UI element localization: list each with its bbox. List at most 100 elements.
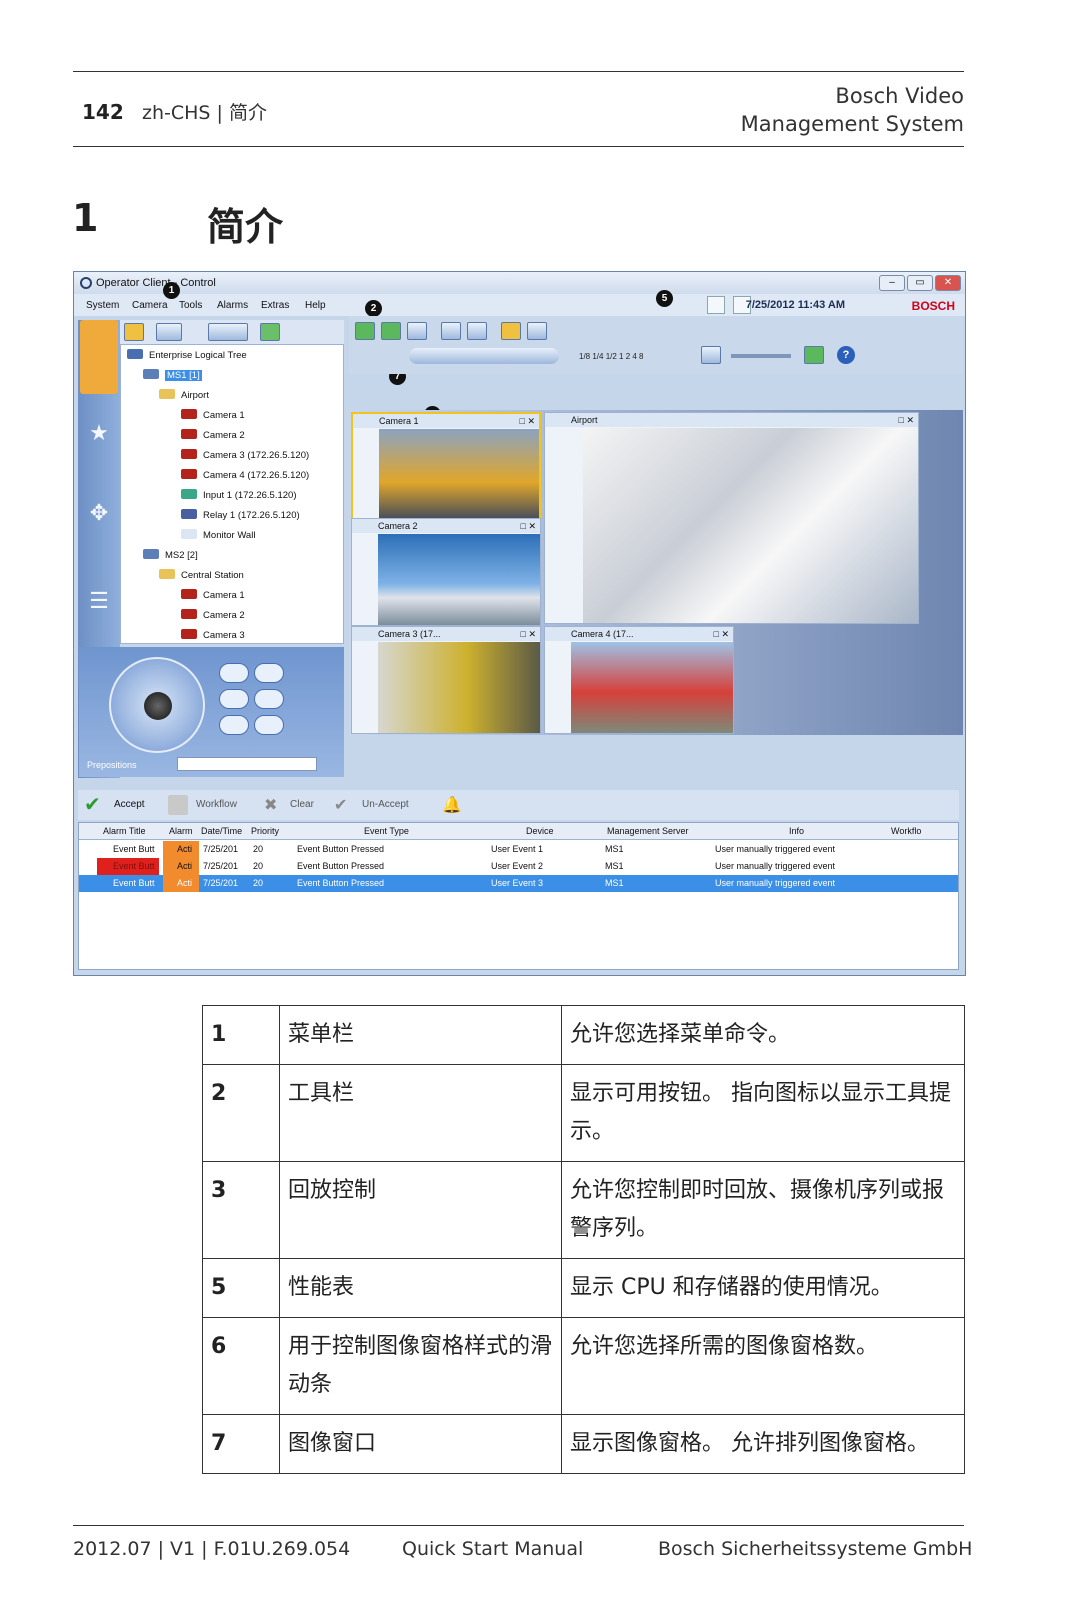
alarm-list-header: Alarm Title Alarm Date/Time Priority Eve… [79,823,958,840]
legend-row: 5 性能表 显示 CPU 和存储器的使用情况。 [202,1258,965,1318]
joystick-knob[interactable] [144,692,172,720]
alarm-device-cell: User Event 2 [491,861,544,871]
col-alarm[interactable]: Alarm [169,823,193,840]
monitor-icon[interactable] [701,346,721,364]
list-icon[interactable]: ☰ [86,588,112,614]
speaker-icon[interactable] [260,323,280,341]
iris-open-button[interactable] [219,715,249,735]
close-button[interactable]: ✕ [935,275,961,291]
toolbar-icon-2[interactable] [381,322,401,340]
workflow-button[interactable]: Workflow [196,799,237,810]
legend-row: 6 用于控制图像窗格样式的滑动条 允许您选择所需的图像窗格数。 [202,1317,965,1415]
toolbar-icon-3[interactable] [407,322,427,340]
legend-row: 7 图像窗口 显示图像窗格。 允许排列图像窗格。 [202,1414,965,1474]
tree-server-ms2[interactable]: MS2 [2] [143,549,198,561]
tree-camera[interactable]: Camera 1 [181,409,245,421]
menu-extras[interactable]: Extras [261,300,289,311]
product-name: Bosch Video Management System [741,82,964,138]
clear-icon[interactable]: ✖ [264,795,284,815]
menu-help[interactable]: Help [305,300,326,311]
restore-button[interactable]: ▭ [907,275,933,291]
menu-tools[interactable]: Tools [179,300,202,311]
prepositions-select[interactable] [177,757,317,771]
legend-name: 工具栏 [279,1064,562,1162]
zoom-in-button[interactable] [219,663,249,683]
toolbar-icon-1[interactable] [355,322,375,340]
chapter-title: 简介 [207,205,284,249]
ptz-joystick[interactable] [109,657,205,753]
tree-relay[interactable]: Relay 1 (172.26.5.120) [181,509,300,521]
col-priority[interactable]: Priority [251,823,279,840]
tree-camera[interactable]: Camera 3 (172.26.5.120) [181,449,309,461]
alarm-row-selected[interactable]: Event Butt Acti 7/25/201 20 Event Button… [79,875,958,892]
focus-near-button[interactable] [219,689,249,709]
tree-camera[interactable]: Camera 4 (172.26.5.120) [181,469,309,481]
col-management-server[interactable]: Management Server [607,823,689,840]
pane-count-slider[interactable] [731,354,791,358]
tree-folder[interactable]: Airport [159,389,209,401]
tree-camera[interactable]: Camera 2 [181,609,245,621]
col-datetime[interactable]: Date/Time [201,823,242,840]
image-pane-camera-4[interactable]: Camera 4 (17... □ ✕ [544,626,734,734]
help-icon[interactable]: ? [837,346,855,364]
zoom-out-button[interactable] [254,663,284,683]
col-alarm-title[interactable]: Alarm Title [103,823,146,840]
col-workflow[interactable]: Workflo [891,823,921,840]
app-icon [80,277,92,289]
unaccept-icon[interactable]: ✔ [334,795,354,815]
bell-icon[interactable]: 🔔 [442,795,462,815]
tree-server-ms1[interactable]: MS1 [1] [143,369,202,381]
col-event-type[interactable]: Event Type [364,823,409,840]
col-info[interactable]: Info [789,823,804,840]
map-compass-icon[interactable]: ✥ [86,500,112,526]
image-pane-camera-1[interactable]: Camera 1 □ ✕ [351,412,541,520]
slider-icon[interactable] [208,323,248,341]
pane-layout-icon[interactable] [527,322,547,340]
tree-label: Camera 2 [203,610,245,621]
minimize-button[interactable]: – [879,275,905,291]
monitor-wall-icon [181,529,197,539]
pane-close-icon[interactable]: □ ✕ [521,519,536,533]
pane-close-icon[interactable]: □ ✕ [714,627,729,641]
pane-close-icon[interactable]: □ ✕ [520,414,535,428]
add-pane-icon[interactable] [804,346,824,364]
server-icon [143,369,159,379]
airport-map[interactable] [583,428,918,623]
clear-button[interactable]: Clear [290,799,314,810]
workflow-icon[interactable] [168,795,188,815]
film-icon[interactable] [156,323,182,341]
unaccept-button[interactable]: Un-Accept [362,799,409,810]
alarm-row[interactable]: Event Butt Acti 7/25/201 20 Event Button… [79,841,958,858]
pane-close-icon[interactable]: □ ✕ [521,627,536,641]
tree-camera[interactable]: Camera 1 [181,589,245,601]
tree-input[interactable]: Input 1 (172.26.5.120) [181,489,297,501]
accept-button[interactable]: Accept [114,799,145,810]
menu-system[interactable]: System [86,300,119,311]
camera-toolbar-icon[interactable] [124,323,144,341]
menu-alarms[interactable]: Alarms [217,300,248,311]
logical-tree-tab[interactable] [80,320,118,394]
video-feed [571,642,733,733]
legend-description: 允许您选择菜单命令。 [561,1005,965,1065]
tree-root[interactable]: Enterprise Logical Tree [127,349,247,361]
col-device[interactable]: Device [526,823,554,840]
image-pane-airport-map[interactable]: Airport □ ✕ [544,412,919,624]
tree-folder[interactable]: Central Station [159,569,244,581]
iris-close-button[interactable] [254,715,284,735]
tree-camera[interactable]: Camera 2 [181,429,245,441]
sequence-icon[interactable] [501,322,521,340]
alarm-event-type-cell: Event Button Pressed [297,878,385,888]
playback-control[interactable] [409,348,559,364]
tree-camera[interactable]: Camera 3 [181,629,245,641]
tree-monitor-wall[interactable]: Monitor Wall [181,529,255,541]
pane-close-icon[interactable]: □ ✕ [899,413,914,427]
favorites-star-icon[interactable]: ★ [86,420,112,446]
snapshot-icon[interactable] [467,322,487,340]
focus-far-button[interactable] [254,689,284,709]
print-icon[interactable] [441,322,461,340]
menu-camera[interactable]: Camera [132,300,168,311]
image-pane-camera-3[interactable]: Camera 3 (17... □ ✕ [351,626,541,734]
accept-check-icon[interactable]: ✔ [84,794,106,816]
alarm-row[interactable]: Event Butt Acti 7/25/201 20 Event Button… [79,858,958,875]
image-pane-camera-2[interactable]: Camera 2 □ ✕ [351,518,541,626]
